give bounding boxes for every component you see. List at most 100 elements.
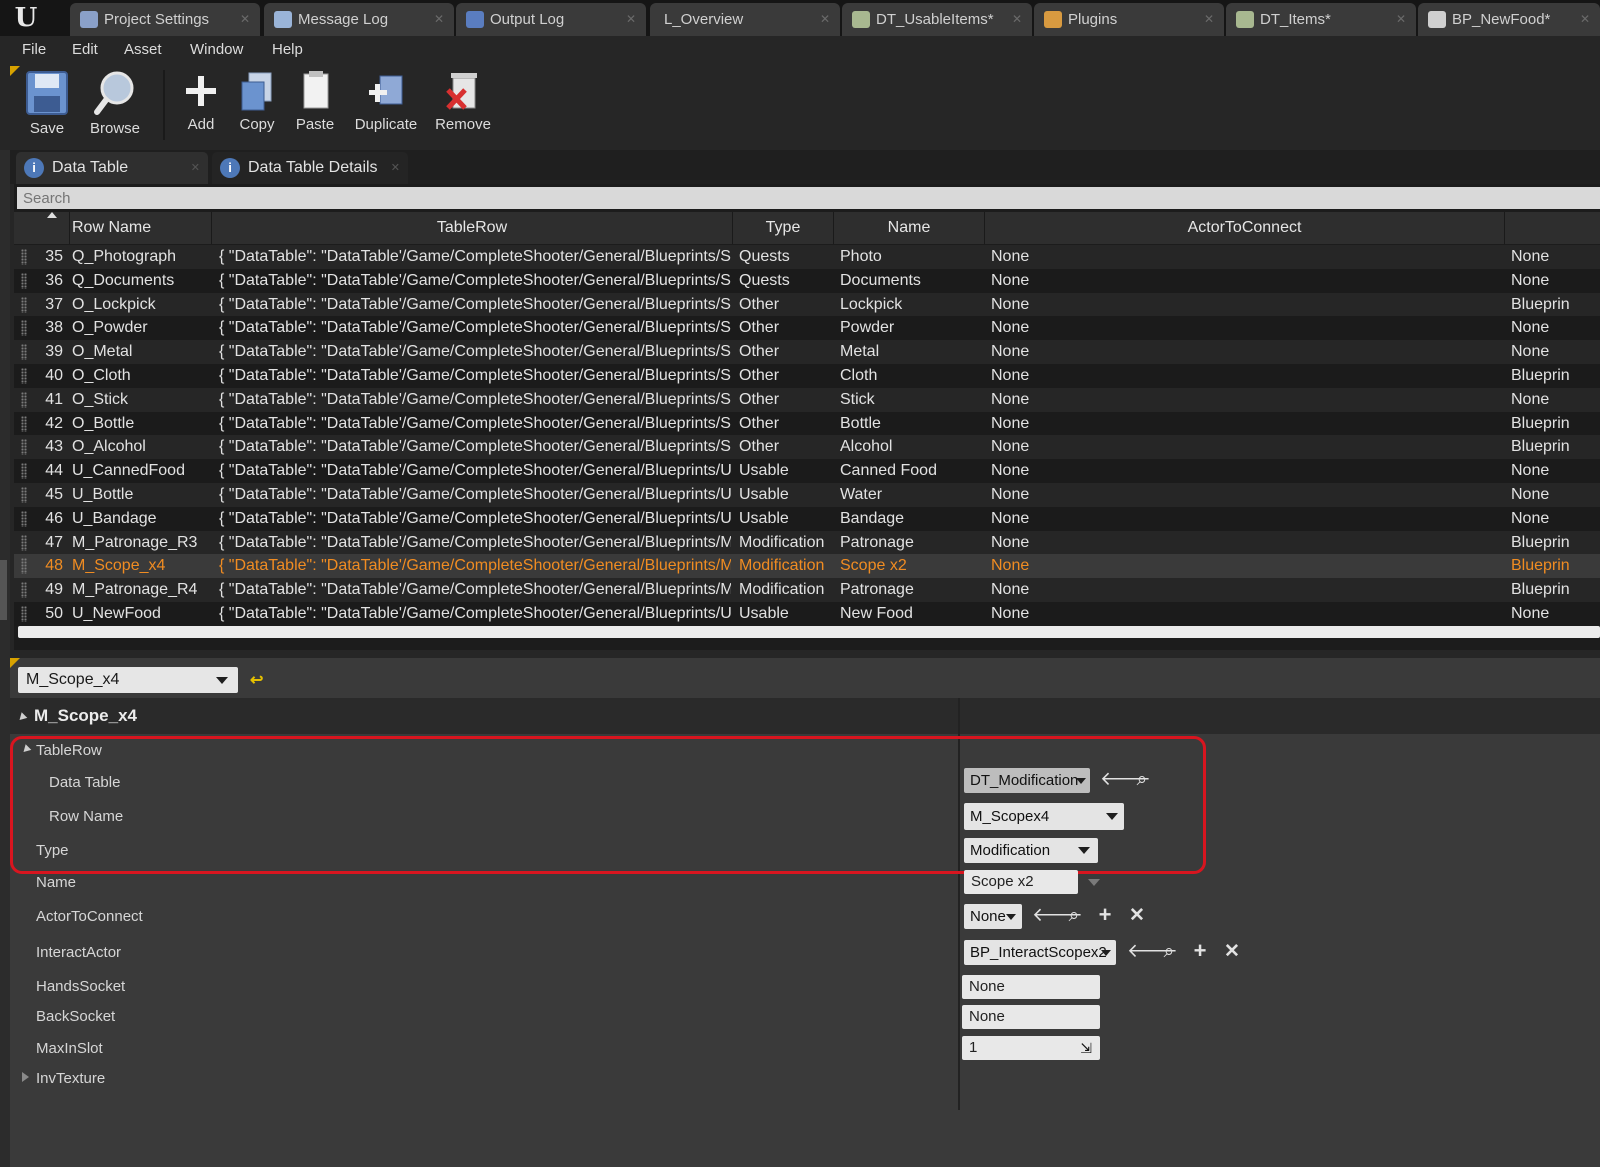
document-tab[interactable]: BP_NewFood* ✕: [1418, 3, 1600, 36]
table-row[interactable]: 36 Q_Documents { "DataTable": "DataTable'/…: [14, 268, 1600, 293]
actor-to-connect-dropdown[interactable]: None: [964, 904, 1022, 929]
drag-handle-icon[interactable]: [21, 367, 27, 384]
drag-handle-icon[interactable]: [21, 510, 27, 527]
table-row[interactable]: 44 U_CannedFood { "DataTable": "DataTable'…: [14, 459, 1600, 483]
table-row[interactable]: 41 O_Stick { "DataTable": "DataTable'/Game…: [14, 387, 1600, 412]
collapsed-triangle-icon[interactable]: [22, 1072, 29, 1082]
column-header-actor-to-connect[interactable]: ActorToConnect: [985, 212, 1505, 244]
tab-data-table[interactable]: i Data Table ✕: [16, 152, 208, 184]
interact-actor-dropdown[interactable]: BP_InteractScopex2: [964, 940, 1116, 965]
table-row[interactable]: 42 O_Bottle { "DataTable": "DataTable'/Gam…: [14, 411, 1600, 436]
column-header-type[interactable]: Type: [733, 212, 834, 244]
column-header-name[interactable]: Name: [834, 212, 985, 244]
drag-handle-icon[interactable]: [21, 415, 27, 432]
close-icon[interactable]: ✕: [1396, 3, 1406, 36]
table-row[interactable]: 39 O_Metal { "DataTable": "DataTable'/Game…: [14, 340, 1600, 364]
row-name-dropdown[interactable]: M_Scope_x4: [18, 667, 238, 693]
column-header-index[interactable]: [14, 212, 70, 244]
table-row[interactable]: 37 O_Lockpick { "DataTable": "DataTable'/G…: [14, 292, 1600, 317]
save-button[interactable]: Save: [22, 70, 72, 137]
drag-handle-icon[interactable]: [21, 344, 27, 361]
column-header-row-name[interactable]: Row Name: [70, 212, 212, 244]
browse-button[interactable]: Browse: [84, 70, 146, 137]
drag-handle-icon[interactable]: [21, 439, 27, 456]
left-scrollbar-thumb[interactable]: [0, 560, 7, 620]
name-text-field[interactable]: Scope x2: [964, 870, 1078, 894]
drag-handle-icon[interactable]: [21, 391, 27, 408]
table-row-cell: { "DataTable": "DataTable'/Game/Complete…: [219, 485, 731, 503]
tab-data-table-details[interactable]: i Data Table Details ✕: [212, 152, 408, 184]
table-row[interactable]: 35 Q_Photograph { "DataTable": "DataTable'…: [14, 245, 1600, 269]
search-input[interactable]: [17, 187, 1600, 209]
drag-handle-icon[interactable]: [21, 582, 27, 599]
back-socket-text-field[interactable]: None: [962, 1005, 1100, 1029]
add-new-plus-icon[interactable]: +: [1189, 940, 1211, 963]
drag-handle-icon[interactable]: [21, 296, 27, 313]
close-icon[interactable]: ✕: [391, 152, 400, 184]
table-row[interactable]: 47 M_Patronage_R3 { "DataTable": "DataTabl…: [14, 530, 1600, 555]
document-tab[interactable]: Plugins ✕: [1034, 3, 1224, 36]
drag-handle-icon[interactable]: [21, 272, 27, 289]
reset-arrow-icon[interactable]: ↩: [250, 670, 263, 690]
close-icon[interactable]: ✕: [191, 152, 200, 184]
horizontal-scrollbar[interactable]: [18, 626, 1600, 638]
menu-item-asset[interactable]: Asset: [124, 36, 162, 64]
clear-x-icon[interactable]: ✕: [1221, 942, 1243, 964]
details-category-header[interactable]: M_Scope_x4: [10, 698, 1600, 734]
use-selected-arrow-icon[interactable]: 🡐: [1032, 906, 1083, 928]
use-selected-arrow-icon[interactable]: 🡐: [1127, 942, 1178, 964]
drag-handle-icon[interactable]: [21, 486, 27, 503]
close-icon[interactable]: ✕: [1204, 3, 1214, 36]
drag-handle-icon[interactable]: [21, 558, 27, 575]
table-row[interactable]: 50 U_NewFood { "DataTable": "DataTable'/Ga…: [14, 601, 1600, 626]
drag-handle-icon[interactable]: [21, 249, 27, 265]
menu-item-edit[interactable]: Edit: [72, 36, 98, 64]
hands-socket-text-field[interactable]: None: [962, 975, 1100, 999]
table-row[interactable]: 43 O_Alcohol { "DataTable": "DataTable'/Ga…: [14, 435, 1600, 460]
close-icon[interactable]: ✕: [1580, 3, 1590, 36]
max-in-slot-spinbox[interactable]: 1 ⇲: [962, 1036, 1100, 1060]
resize-drag-icon[interactable]: ⇲: [1080, 1036, 1092, 1060]
prop-label-hands-socket: HandsSocket: [36, 978, 126, 995]
table-row[interactable]: 49 M_Patronage_R4 { "DataTable": "DataTabl…: [14, 578, 1600, 602]
add-new-plus-icon[interactable]: +: [1094, 904, 1116, 927]
duplicate-button[interactable]: Duplicate: [350, 70, 422, 133]
row-index: 39: [45, 343, 63, 361]
chevron-down-icon[interactable]: [1088, 879, 1100, 886]
column-header-table-row[interactable]: TableRow: [212, 212, 733, 244]
document-tab[interactable]: L_Overview ✕: [650, 3, 840, 36]
close-icon[interactable]: ✕: [820, 3, 830, 36]
close-icon[interactable]: ✕: [434, 3, 444, 36]
document-tab[interactable]: Project Settings ✕: [70, 3, 260, 36]
menu-item-help[interactable]: Help: [272, 36, 303, 64]
table-row[interactable]: 48 M_Scope_x4 { "DataTable": "DataTable'/G…: [14, 554, 1600, 579]
table-row[interactable]: 45 U_Bottle { "DataTable": "DataTable'/Gam…: [14, 482, 1600, 507]
clear-x-icon[interactable]: ✕: [1126, 906, 1148, 928]
close-icon[interactable]: ✕: [240, 3, 250, 36]
drag-handle-icon[interactable]: [21, 605, 27, 622]
paste-button[interactable]: Paste: [290, 70, 340, 133]
row-name-cell: U_Bandage: [72, 509, 157, 527]
copy-button[interactable]: Copy: [234, 70, 280, 133]
menu-item-file[interactable]: File: [22, 36, 46, 64]
column-header-more[interactable]: [1505, 212, 1600, 244]
drag-handle-icon[interactable]: [21, 320, 27, 337]
close-icon[interactable]: ✕: [1012, 3, 1022, 36]
menu-item-window[interactable]: Window: [190, 36, 243, 64]
table-row[interactable]: 38 O_Powder { "DataTable": "DataTable'/Gam…: [14, 316, 1600, 341]
browse-magnifier-icon[interactable]: ⌕: [1063, 906, 1085, 928]
close-icon[interactable]: ✕: [626, 3, 636, 36]
drag-handle-icon[interactable]: [21, 534, 27, 551]
drag-handle-icon[interactable]: [21, 463, 27, 480]
add-button[interactable]: Add: [180, 70, 222, 133]
browse-magnifier-icon[interactable]: ⌕: [1158, 942, 1180, 964]
table-row[interactable]: 46 U_Bandage { "DataTable": "DataTable'/Ga…: [14, 506, 1600, 531]
document-tab[interactable]: DT_UsableItems* ✕: [842, 3, 1032, 36]
document-tab[interactable]: Output Log ✕: [456, 3, 646, 36]
table-row[interactable]: 40 O_Cloth { "DataTable": "DataTable'/Game…: [14, 363, 1600, 388]
remove-button[interactable]: Remove: [432, 70, 494, 133]
expand-triangle-icon[interactable]: [16, 712, 28, 723]
document-tab[interactable]: DT_Items* ✕: [1226, 3, 1416, 36]
extra-cell: None: [1511, 271, 1550, 289]
document-tab[interactable]: Message Log ✕: [264, 3, 454, 36]
